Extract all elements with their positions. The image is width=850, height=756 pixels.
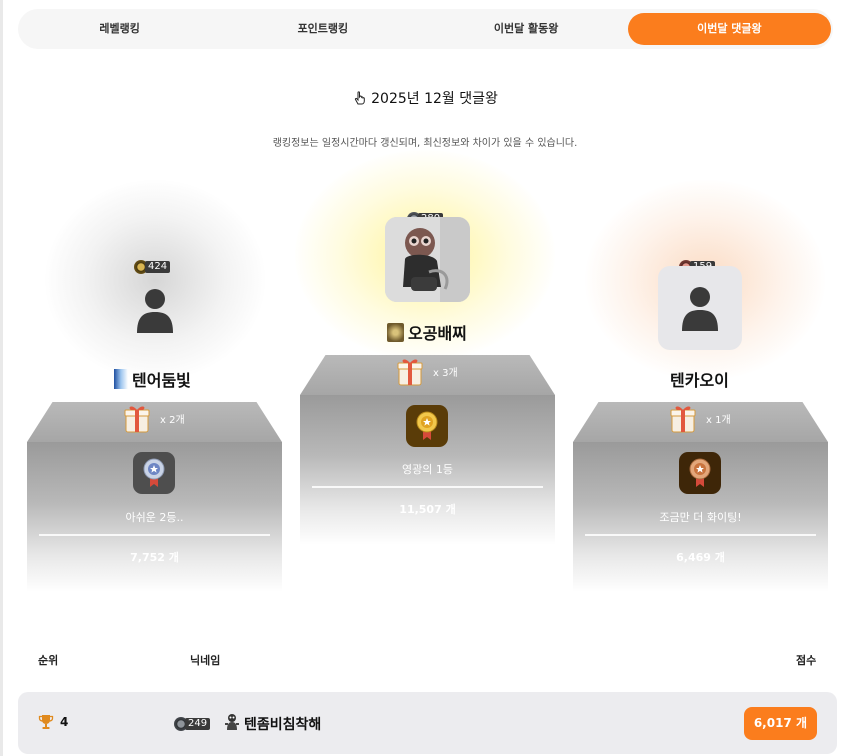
third-medal — [679, 452, 721, 494]
refresh-notice: 랭킹정보는 일정시간마다 갱신되며, 최신정보와 차이가 있을 수 있습니다. — [272, 138, 578, 149]
third-score: 6,469 개 — [676, 551, 725, 564]
frame-border — [0, 0, 3, 756]
row-nickname-text: 텐좀비침착해 — [244, 717, 322, 733]
row-level-value: 249 — [185, 718, 211, 730]
first-message: 영광의 1등 — [402, 463, 453, 476]
nickname-icon — [387, 322, 404, 342]
third-nickname[interactable]: 텐카오이 — [670, 367, 729, 391]
profile-photo — [385, 217, 470, 302]
score-badge: 6,017 개 — [743, 707, 817, 740]
third-gift-count: x 1개 — [706, 414, 731, 426]
third-gift: x 1개 — [668, 402, 731, 434]
row-level-badge: 249 — [174, 717, 211, 731]
rank-number: 4 — [60, 715, 69, 729]
month-title-text: 2025년 12월 댓글왕 — [371, 91, 498, 107]
character-icon — [224, 713, 240, 735]
third-podium: x 1개 조금만 더 화이팅! 6,469 개 — [573, 402, 828, 592]
first-medal — [406, 405, 448, 447]
hand-pointer-icon — [352, 90, 368, 106]
second-nickname-text: 텐어둠빛 — [132, 371, 191, 390]
table-row[interactable]: 4 249 텐좀비침착해 6,017 개 — [18, 692, 837, 754]
first-nickname-text: 오공배찌 — [408, 324, 467, 343]
page-title: 2025년 12월 댓글왕 — [0, 88, 850, 108]
tab-level-ranking[interactable]: 레벨랭킹 — [18, 13, 221, 45]
first-nickname[interactable]: 오공배찌 — [387, 320, 467, 344]
tab-point-ranking[interactable]: 포인트랭킹 — [221, 13, 424, 45]
first-gift-count: x 3개 — [433, 367, 458, 379]
medal-icon — [689, 458, 711, 487]
second-avatar[interactable] — [113, 268, 197, 352]
user-silhouette-icon — [682, 287, 718, 331]
second-gift-count: x 2개 — [160, 414, 185, 426]
trophy-icon — [38, 714, 54, 734]
second-gift: x 2개 — [122, 402, 185, 434]
second-score: 7,752 개 — [130, 551, 179, 564]
first-podium: x 3개 영광의 1등 11,507 개 — [300, 355, 555, 545]
first-avatar[interactable] — [385, 217, 470, 302]
first-gift: x 3개 — [395, 355, 458, 387]
divider — [39, 534, 270, 536]
divider — [585, 534, 816, 536]
ranking-tabs: 레벨랭킹 포인트랭킹 이번달 활동왕 이번달 댓글왕 — [18, 9, 833, 49]
column-header-rank: 순위 — [38, 654, 59, 667]
second-medal — [133, 452, 175, 494]
gift-box-icon — [397, 359, 423, 386]
tab-monthly-comments[interactable]: 이번달 댓글왕 — [627, 13, 831, 45]
nickname-icon — [114, 369, 128, 389]
second-podium: x 2개 아쉬운 2등.. 7,752 개 — [27, 402, 282, 592]
user-silhouette-icon — [137, 289, 173, 333]
row-nickname[interactable]: 텐좀비침착해 — [224, 713, 321, 735]
medal-icon — [143, 458, 165, 487]
third-nickname-text: 텐카오이 — [670, 371, 729, 390]
gift-box-icon — [124, 406, 150, 433]
first-score: 11,507 개 — [399, 503, 456, 516]
column-header-nickname: 닉네임 — [190, 654, 221, 667]
third-message: 조금만 더 화이팅! — [659, 511, 742, 524]
column-header-score: 점수 — [796, 654, 817, 667]
medal-icon — [416, 411, 438, 440]
gift-box-icon — [670, 406, 696, 433]
second-message: 아쉬운 2등.. — [125, 511, 184, 524]
third-avatar[interactable] — [658, 266, 742, 350]
tab-monthly-activity[interactable]: 이번달 활동왕 — [425, 13, 628, 45]
second-nickname[interactable]: 텐어둠빛 — [114, 367, 191, 391]
divider — [312, 486, 543, 488]
